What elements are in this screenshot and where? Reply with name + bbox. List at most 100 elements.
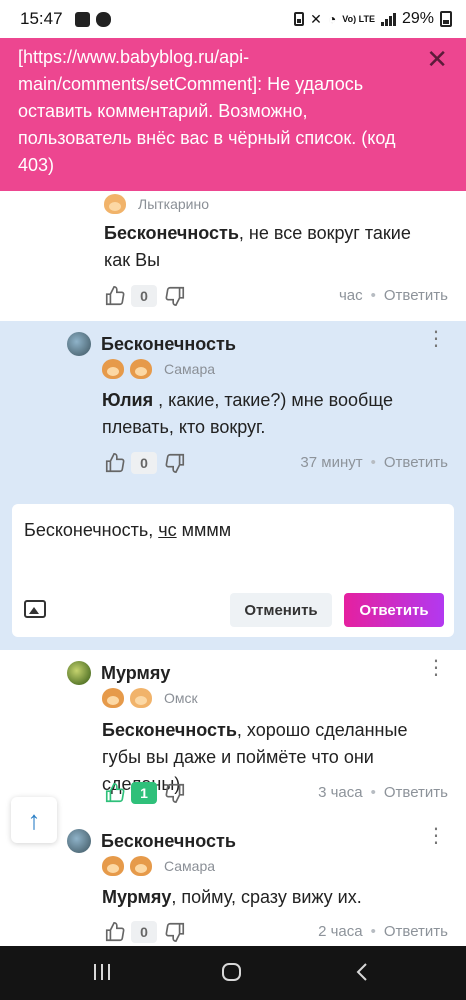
comment-text: Юлия , какие, такие?) мне вообще плевать…	[102, 387, 412, 441]
status-time: 15:47	[20, 9, 63, 28]
error-banner: [https://www.babyblog.ru/api-main/commen…	[0, 38, 466, 191]
dislike-icon[interactable]	[164, 782, 186, 804]
reply-link[interactable]: Ответить	[384, 454, 448, 471]
reply-link[interactable]: Ответить	[384, 923, 448, 940]
badge-icon	[102, 688, 124, 708]
avatar[interactable]	[67, 332, 91, 356]
battery-icon	[440, 11, 452, 27]
comment-text: Бесконечность, не все вокруг такие как В…	[104, 220, 434, 274]
like-icon[interactable]	[104, 921, 126, 943]
submit-reply-button[interactable]: Ответить	[344, 593, 444, 627]
badge-icon	[130, 688, 152, 708]
user-location: Самара	[164, 361, 216, 377]
comment-item-highlighted: Бесконечность ⋮ Самара Юлия , какие, так…	[0, 321, 466, 488]
reply-text[interactable]: Бесконечность, чс мммм	[24, 520, 231, 541]
dislike-icon[interactable]	[164, 452, 186, 474]
mention-link[interactable]: Бесконечность	[102, 720, 237, 740]
comment-meta: 2 часа • Ответить	[318, 923, 448, 940]
like-icon[interactable]	[104, 782, 126, 804]
avatar[interactable]	[67, 661, 91, 685]
comment-header: Мурмяу	[67, 661, 170, 685]
battery-saver-icon	[294, 12, 305, 26]
like-icon[interactable]	[104, 452, 126, 474]
like-count: 1	[131, 782, 157, 804]
badge-icon	[130, 856, 152, 876]
comment-time: 3 часа	[318, 784, 363, 801]
mention-link[interactable]: Бесконечность	[104, 223, 239, 243]
more-icon[interactable]: ⋮	[426, 329, 446, 349]
mention-link[interactable]: Юлия	[102, 390, 153, 410]
like-count: 0	[131, 452, 157, 474]
arrow-up-icon: ↑	[27, 804, 41, 835]
comment-header: Бесконечность	[67, 332, 236, 356]
system-nav-bar	[0, 946, 466, 1000]
comment-item: Лыткарино Бесконечность, не все вокруг т…	[0, 191, 466, 321]
comment-item: Бесконечность ⋮ Самара Мурмяу, пойму, ср…	[0, 818, 466, 946]
badge-icon	[104, 194, 126, 214]
comment-item: Мурмяу ⋮ Омск Бесконечность, хорошо сдел…	[0, 650, 466, 818]
dislike-icon[interactable]	[164, 921, 186, 943]
user-location: Омск	[164, 690, 198, 706]
mention-link[interactable]: Мурмяу	[102, 887, 171, 907]
reply-separator: ,	[148, 520, 159, 540]
reply-link[interactable]: Ответить	[384, 784, 448, 801]
separator-dot: •	[370, 923, 376, 940]
comment-time: 2 часа	[318, 923, 363, 940]
mute-icon: ✕	[310, 10, 322, 27]
image-icon[interactable]	[24, 600, 46, 618]
wifi-icon: ◔	[327, 11, 337, 27]
reply-underlined-word: чс	[158, 520, 177, 540]
like-count: 0	[131, 285, 157, 307]
signal-icon	[380, 12, 396, 26]
notification-shield-icon	[95, 11, 111, 27]
error-message: [https://www.babyblog.ru/api-main/commen…	[18, 47, 396, 175]
comment-text: Мурмяу, пойму, сразу вижу их.	[102, 884, 442, 911]
volte-icon: Vo) LTE	[342, 13, 375, 24]
comment-actions: 0 37 минут • Ответить	[0, 452, 466, 478]
comment-time: 37 минут	[300, 454, 363, 471]
user-badges: Лыткарино	[104, 194, 209, 214]
dislike-icon[interactable]	[164, 285, 186, 307]
home-icon[interactable]	[221, 961, 243, 983]
back-icon[interactable]	[354, 961, 370, 983]
scroll-top-button[interactable]: ↑	[11, 797, 57, 843]
comment-actions: 1 3 часа • Ответить	[0, 782, 466, 808]
badge-icon	[102, 856, 124, 876]
badge-icon	[102, 359, 124, 379]
more-icon[interactable]: ⋮	[426, 826, 446, 846]
separator-dot: •	[370, 287, 376, 304]
cancel-button[interactable]: Отменить	[230, 593, 332, 627]
comment-actions: 0 час • Ответить	[0, 285, 466, 311]
user-location: Лыткарино	[138, 196, 210, 212]
status-bar: 15:47 ✕ ◔ Vo) LTE 29%	[0, 0, 466, 38]
comment-meta: 37 минут • Ответить	[300, 454, 448, 471]
comment-actions: 0 2 часа • Ответить	[0, 921, 466, 947]
reply-mention: Бесконечность	[24, 520, 149, 540]
badge-icon	[130, 359, 152, 379]
reply-panel: Бесконечность, чс мммм Отменить Ответить	[0, 488, 466, 650]
comment-author[interactable]: Мурмяу	[101, 663, 170, 684]
like-icon[interactable]	[104, 285, 126, 307]
user-badges: Самара	[102, 856, 215, 876]
more-icon[interactable]: ⋮	[426, 658, 446, 678]
comment-meta: час • Ответить	[339, 287, 448, 304]
reply-input[interactable]: Бесконечность, чс мммм Отменить Ответить	[12, 504, 454, 637]
comment-header: Бесконечность	[67, 829, 236, 853]
separator-dot: •	[370, 454, 376, 471]
reply-link[interactable]: Ответить	[384, 287, 448, 304]
comment-body: , пойму, сразу вижу их.	[171, 887, 362, 907]
user-location: Самара	[164, 858, 216, 874]
close-icon[interactable]: ✕	[426, 46, 448, 73]
comment-time: час	[338, 287, 363, 304]
battery-percent: 29%	[401, 10, 434, 27]
avatar[interactable]	[67, 829, 91, 853]
user-badges: Омск	[102, 688, 198, 708]
reply-rest: мммм	[176, 520, 232, 540]
comment-meta: 3 часа • Ответить	[318, 784, 448, 801]
recent-apps-icon[interactable]	[92, 961, 112, 983]
comment-author[interactable]: Бесконечность	[101, 334, 236, 355]
user-badges: Самара	[102, 359, 215, 379]
comment-author[interactable]: Бесконечность	[101, 831, 236, 852]
like-count: 0	[131, 921, 157, 943]
separator-dot: •	[370, 784, 376, 801]
